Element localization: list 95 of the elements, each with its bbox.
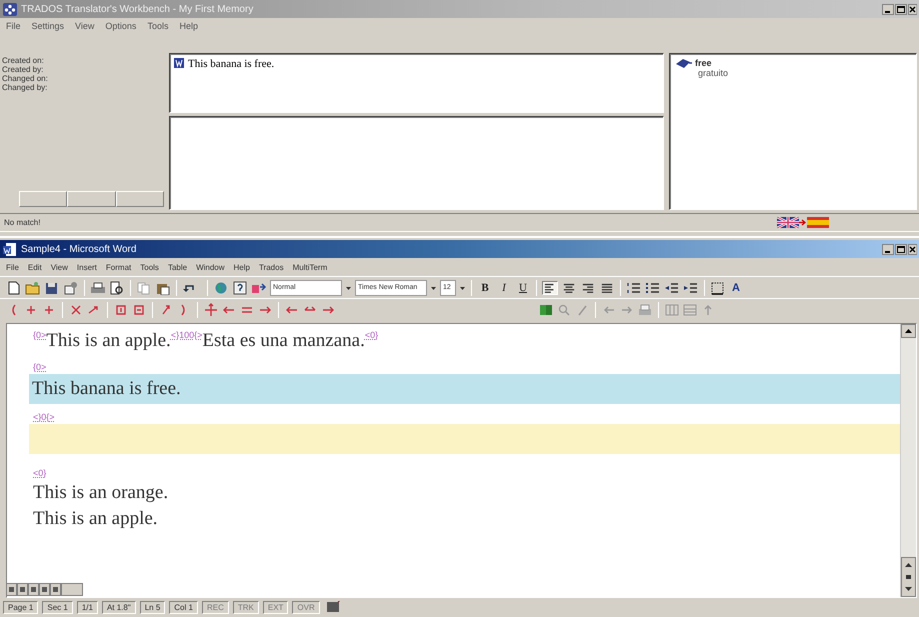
maximize-icon[interactable] [895, 244, 907, 254]
target-segment-field[interactable] [29, 424, 900, 454]
menu-item[interactable]: Tools [147, 21, 168, 31]
menu-item[interactable]: View [50, 262, 68, 272]
border-icon[interactable] [710, 280, 725, 294]
printer-icon[interactable] [90, 280, 106, 294]
spain-flag-icon [807, 217, 829, 228]
term-translation: gratuito [697, 68, 730, 78]
menu-item[interactable]: Tools [140, 262, 159, 272]
menu-item[interactable]: File [6, 262, 19, 272]
source-segment: This banana is free. [29, 374, 900, 404]
nav-button[interactable] [67, 191, 116, 207]
menu-item[interactable]: Options [105, 21, 136, 31]
app-logo-icon [3, 2, 17, 16]
normal-view-icon[interactable] [6, 582, 17, 596]
browse-object-icon[interactable] [901, 557, 916, 597]
paragraph-text: This is an orange. [33, 481, 168, 505]
status-field: EXT [262, 600, 288, 614]
window-title: TRADOS Translator's Workbench - My First Memory [21, 4, 254, 14]
outline-view-icon[interactable] [39, 582, 50, 596]
save-icon[interactable] [44, 280, 60, 294]
uk-flag-icon [777, 217, 799, 228]
status-field: Col 1 [169, 600, 198, 614]
bulleted-list-icon[interactable] [645, 280, 661, 294]
menu-item[interactable]: MultiTerm [292, 262, 328, 272]
print-view-icon[interactable] [28, 582, 39, 596]
menu-item[interactable]: Help [179, 21, 198, 31]
cross-icon[interactable] [69, 302, 83, 316]
scroll-left-icon[interactable] [61, 582, 83, 596]
window-title: Sample4 - Microsoft Word [21, 244, 138, 254]
word-doc-icon [174, 58, 184, 68]
status-field: REC [202, 600, 229, 614]
right-arrow-icon [799, 217, 807, 228]
word-doc-icon [3, 242, 17, 256]
menu-item[interactable]: File [6, 21, 21, 31]
segment-tag: <}0{> [33, 412, 55, 422]
source-text: This is an apple. [46, 330, 171, 352]
menu-item[interactable]: Help [234, 262, 250, 272]
menu-item[interactable]: Trados [258, 262, 284, 272]
target-text: Esta es una manzana. [202, 330, 365, 352]
reading-view-icon[interactable] [50, 582, 61, 596]
info-label: Changed on: [2, 74, 49, 83]
status-field: 1/1 [76, 600, 98, 614]
status-field: At 1.8" [102, 600, 136, 614]
segment-tag: <0} [364, 330, 378, 340]
move-icon[interactable] [204, 302, 218, 316]
status-field: Ln 5 [140, 600, 166, 614]
info-label: Created on: [2, 56, 45, 65]
menu-item[interactable]: Window [196, 262, 225, 272]
book-icon [676, 58, 692, 68]
minimize-icon[interactable] [882, 4, 894, 14]
minimize-icon[interactable] [882, 244, 894, 254]
bold-button[interactable]: B [477, 280, 493, 296]
segment-tag: <}100{> [170, 330, 202, 340]
menu-item[interactable]: Settings [32, 21, 64, 31]
permission-icon[interactable] [63, 280, 79, 294]
segment-tag: <0} [33, 468, 46, 478]
menu-item[interactable]: Edit [28, 262, 42, 272]
web-view-icon[interactable] [17, 582, 28, 596]
font-color-button[interactable]: A [728, 280, 744, 296]
numbered-list-icon[interactable] [626, 280, 642, 294]
paragraph-text: This is an apple. [33, 507, 158, 531]
increase-indent-icon[interactable] [683, 280, 699, 294]
status-field: Sec 1 [42, 600, 73, 614]
segment-tag: {0> [33, 330, 46, 340]
term-text[interactable]: free [695, 58, 712, 68]
close-icon[interactable] [908, 244, 917, 254]
target-segment-panel[interactable] [169, 116, 664, 210]
new-document-icon[interactable] [6, 280, 22, 294]
menu-item[interactable]: Table [168, 262, 188, 272]
info-label: Changed by: [2, 83, 48, 92]
decrease-indent-icon[interactable] [664, 280, 680, 294]
status-field: TRK [232, 600, 259, 614]
menu-item[interactable]: Format [106, 262, 132, 272]
book-icon[interactable] [539, 302, 553, 316]
underline-button[interactable]: U [515, 280, 531, 296]
maximize-icon[interactable] [895, 4, 907, 14]
trados-icon[interactable] [251, 280, 267, 294]
source-segment-text: This banana is free. [188, 58, 274, 70]
help-icon[interactable] [232, 280, 248, 294]
align-left-icon[interactable] [542, 280, 558, 294]
nav-button[interactable] [116, 191, 164, 207]
menu-item[interactable]: Insert [76, 262, 97, 272]
folder-icon[interactable] [25, 280, 41, 294]
nav-button[interactable] [19, 191, 68, 207]
status-message: No match! [4, 218, 42, 227]
italic-button[interactable]: I [496, 280, 512, 296]
print-preview-icon[interactable] [109, 280, 125, 294]
close-icon[interactable] [908, 4, 917, 14]
segment-tag: {0> [33, 362, 46, 372]
status-field: OVR [292, 600, 320, 614]
info-label: Created by: [2, 65, 44, 74]
scroll-up-icon[interactable] [901, 324, 916, 338]
status-field: Page 1 [3, 600, 38, 614]
menu-item[interactable]: View [75, 21, 94, 31]
